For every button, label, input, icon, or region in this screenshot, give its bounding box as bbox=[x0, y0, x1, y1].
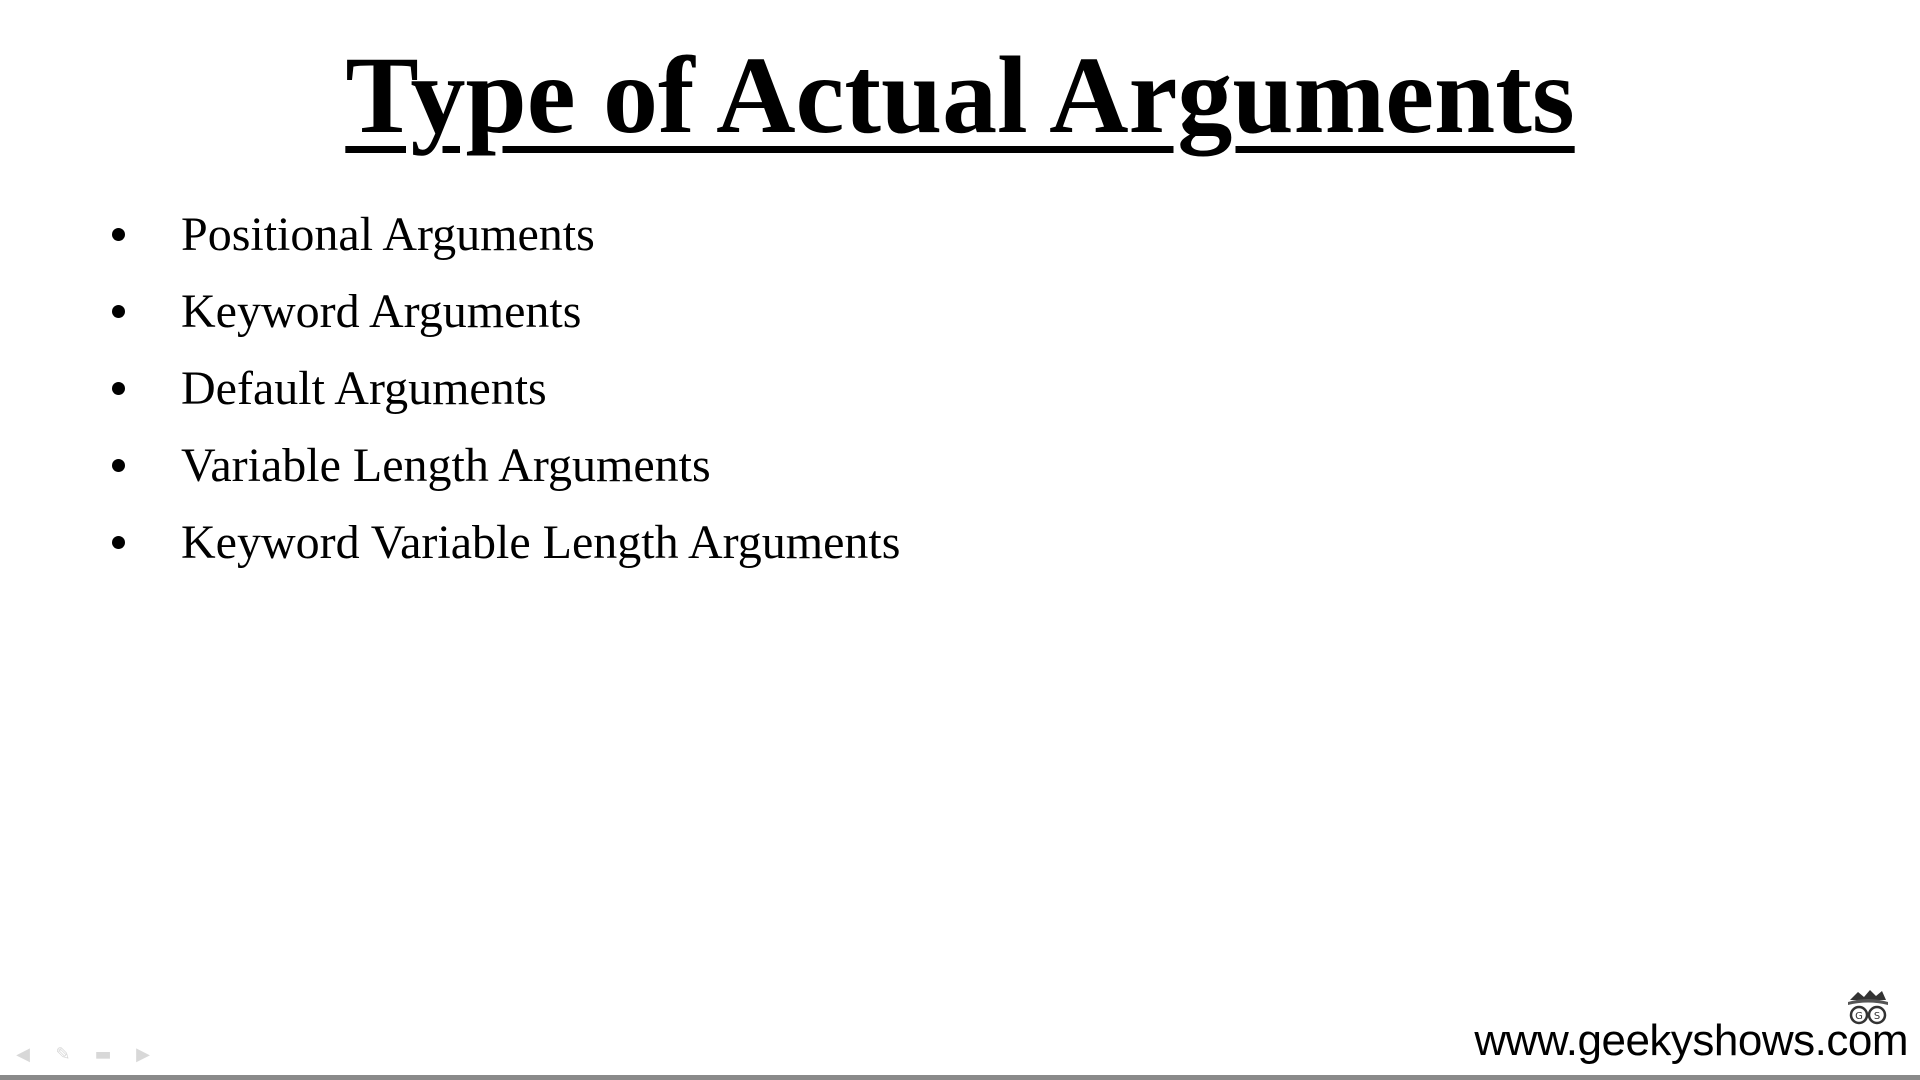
bottom-bar bbox=[0, 1075, 1920, 1080]
bullet-text: Positional Arguments bbox=[181, 208, 595, 261]
footer-url: www.geekyshows.com bbox=[1474, 1016, 1908, 1065]
bullet-text: Keyword Arguments bbox=[181, 285, 582, 338]
menu-icon[interactable]: ▬ bbox=[90, 1044, 116, 1065]
bullet-text: Default Arguments bbox=[181, 362, 547, 415]
bullet-item: Keyword Variable Length Arguments bbox=[112, 504, 900, 581]
bullet-icon bbox=[112, 536, 125, 549]
bullet-item: Keyword Arguments bbox=[112, 273, 900, 350]
bullet-item: Default Arguments bbox=[112, 350, 900, 427]
slide-title-text: Type of Actual Arguments bbox=[345, 34, 1575, 156]
arrow-left-icon[interactable]: ◀ bbox=[10, 1044, 36, 1065]
pen-icon[interactable]: ✎ bbox=[50, 1044, 76, 1065]
bullet-text: Keyword Variable Length Arguments bbox=[181, 516, 901, 569]
bullet-icon bbox=[112, 228, 125, 241]
slide: Type of Actual Arguments Positional Argu… bbox=[0, 0, 1920, 1080]
bullet-list: Positional Arguments Keyword Arguments D… bbox=[112, 196, 900, 581]
arrow-right-icon[interactable]: ▶ bbox=[130, 1044, 156, 1065]
bullet-icon bbox=[112, 382, 125, 395]
bullet-icon bbox=[112, 459, 125, 472]
slide-title: Type of Actual Arguments bbox=[0, 30, 1920, 160]
bullet-item: Positional Arguments bbox=[112, 196, 900, 273]
bullet-item: Variable Length Arguments bbox=[112, 427, 900, 504]
bullet-icon bbox=[112, 305, 125, 318]
bullet-text: Variable Length Arguments bbox=[181, 439, 711, 492]
slideshow-nav: ◀ ✎ ▬ ▶ bbox=[10, 1044, 156, 1065]
